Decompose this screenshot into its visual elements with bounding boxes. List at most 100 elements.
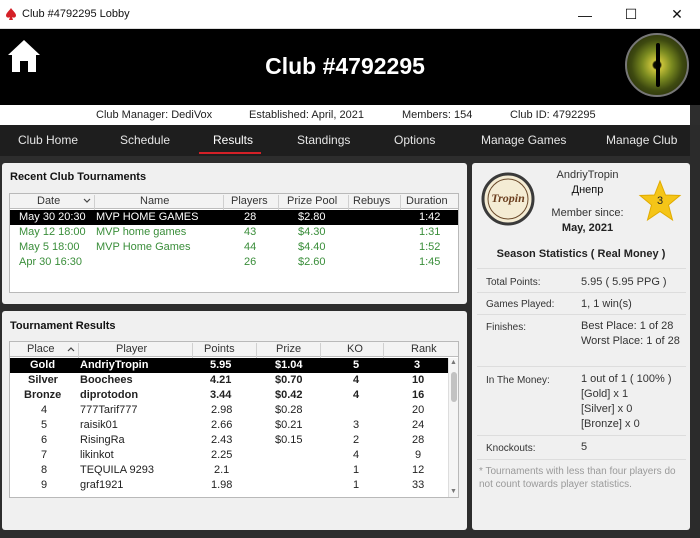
cell-place: 9 (41, 479, 48, 491)
cell-name: MVP Home Games (96, 241, 191, 253)
club-header: Club #4792295 (0, 29, 700, 105)
club-avatar (625, 33, 689, 97)
cell-ko: 1 (353, 464, 360, 476)
member-since-value: May, 2021 (561, 222, 614, 234)
cell-prize: $1.04 (275, 359, 303, 371)
cell-name: MVP home games (96, 226, 187, 238)
scroll-thumb[interactable] (451, 372, 457, 402)
club-info-bar: Club Manager: DediVox Established: April… (0, 105, 690, 125)
table-row[interactable]: 6 RisingRa 2.43 $0.15 2 28 (10, 433, 458, 448)
cell-ko: 5 (353, 359, 360, 371)
table-row[interactable]: 4 777Tarif777 2.98 $0.28 20 (10, 403, 458, 418)
col-prize[interactable]: Prize (276, 343, 301, 355)
cell-rank: 9 (415, 449, 422, 461)
recent-table-header: Date Name Players Prize Pool Rebuys Dura… (10, 194, 458, 210)
cell-player: likinkot (80, 449, 114, 461)
col-duration[interactable]: Duration (406, 195, 448, 207)
cell-players: 43 (244, 226, 257, 238)
tab-manage-club[interactable]: Manage Club (606, 133, 677, 147)
cell-prize: $0.21 (275, 419, 303, 431)
cell-place: 5 (41, 419, 48, 431)
col-rank[interactable]: Rank (411, 343, 437, 355)
cell-rank: 20 (412, 404, 425, 416)
tab-schedule[interactable]: Schedule (120, 133, 170, 147)
cell-player: graf1921 (80, 479, 124, 491)
cell-name: MVP HOME GAMES (96, 211, 199, 223)
club-established: Established: April, 2021 (249, 109, 364, 121)
cell-rank: 12 (412, 464, 425, 476)
cell-ko: 4 (353, 389, 360, 401)
col-prize-pool[interactable]: Prize Pool (287, 195, 337, 207)
col-player[interactable]: Player (116, 343, 147, 355)
recent-tournaments-panel: Recent Club Tournaments Date Name Player… (2, 163, 467, 304)
window-title: Club #4792295 Lobby (22, 8, 130, 20)
player-logo-text: Tropin (491, 191, 525, 205)
cell-points: 2.43 (211, 434, 233, 446)
cell-players: 26 (244, 256, 257, 268)
table-row[interactable]: Gold AndriyTropin 5.95 $1.04 5 3 (10, 358, 458, 373)
table-row[interactable]: 8 TEQUILA 9293 2.1 1 12 (10, 463, 458, 478)
divider (477, 459, 686, 460)
tab-results[interactable]: Results (213, 133, 253, 147)
table-row[interactable]: May 12 18:00 MVP home games 43 $4.30 1:3… (10, 225, 458, 240)
cell-player: diprotodon (80, 389, 139, 401)
cell-prize: $0.70 (275, 374, 303, 386)
tab-manage-games[interactable]: Manage Games (481, 133, 566, 147)
lobby-window: Club #4792295 Lobby — ☐ ✕ Club #4792295 … (0, 0, 700, 538)
chevron-down-icon[interactable] (83, 198, 91, 204)
col-players[interactable]: Players (231, 195, 268, 207)
in-the-money-label: In The Money: (486, 375, 550, 386)
col-name[interactable]: Name (140, 195, 169, 207)
tab-standings[interactable]: Standings (297, 133, 350, 147)
games-played-label: Games Played: (486, 299, 555, 310)
finishes-label: Finishes: (486, 322, 527, 333)
tab-club-home[interactable]: Club Home (18, 133, 78, 147)
cell-ko: 3 (353, 419, 360, 431)
col-rebuys[interactable]: Rebuys (353, 195, 390, 207)
results-scrollbar[interactable]: ▲ ▼ (448, 358, 458, 497)
cell-prize: $2.80 (298, 211, 326, 223)
cell-date: May 12 18:00 (19, 226, 86, 238)
title-bar: Club #4792295 Lobby — ☐ ✕ (0, 0, 700, 29)
tab-options[interactable]: Options (394, 133, 435, 147)
tournament-results-panel: Tournament Results Place Player Points P… (2, 311, 467, 530)
header-edge (690, 29, 700, 105)
table-row[interactable]: 7 likinkot 2.25 4 9 (10, 448, 458, 463)
table-row[interactable]: Apr 30 16:30 26 $2.60 1:45 (10, 255, 458, 270)
season-stats-title: Season Statistics ( Real Money ) (496, 248, 666, 260)
table-row[interactable]: 5 raisik01 2.66 $0.21 3 24 (10, 418, 458, 433)
col-ko[interactable]: KO (347, 343, 363, 355)
cell-players: 28 (244, 211, 257, 223)
cell-rank: 24 (412, 419, 425, 431)
table-row[interactable]: 9 graf1921 1.98 1 33 (10, 478, 458, 493)
cell-place: Gold (30, 359, 56, 371)
maximize-button[interactable]: ☐ (608, 0, 654, 29)
scroll-down-icon[interactable]: ▼ (449, 487, 458, 496)
scroll-up-icon[interactable]: ▲ (449, 358, 458, 367)
cell-rank: 10 (412, 374, 425, 386)
table-row[interactable]: Bronze diprotodon 3.44 $0.42 4 16 (10, 388, 458, 403)
minimize-button[interactable]: — (562, 0, 608, 29)
cell-duration: 1:31 (419, 226, 441, 238)
col-points[interactable]: Points (204, 343, 235, 355)
silver-count: [Silver] x 0 (581, 403, 633, 415)
gold-count: [Gold] x 1 (581, 388, 629, 400)
cell-place: 6 (41, 434, 48, 446)
cell-prize: $4.30 (298, 226, 326, 238)
cell-player: RisingRa (80, 434, 125, 446)
col-date[interactable]: Date (37, 195, 60, 207)
cell-points: 5.95 (210, 359, 232, 371)
chevron-up-icon[interactable] (67, 346, 75, 352)
close-button[interactable]: ✕ (654, 0, 700, 29)
table-row[interactable]: May 5 18:00 MVP Home Games 44 $4.40 1:52 (10, 240, 458, 255)
knockouts-value: 5 (581, 441, 588, 453)
table-row[interactable]: May 30 20:30 MVP HOME GAMES 28 $2.80 1:4… (10, 210, 458, 225)
club-nav: Club Home Schedule Results Standings Opt… (0, 125, 700, 156)
cell-ko: 2 (353, 434, 360, 446)
table-row[interactable]: Silver Boochees 4.21 $0.70 4 10 (10, 373, 458, 388)
minimize-icon: — (578, 6, 592, 23)
club-title: Club #4792295 (265, 53, 425, 79)
divider (477, 366, 686, 367)
divider (477, 435, 686, 436)
col-place[interactable]: Place (27, 343, 55, 355)
